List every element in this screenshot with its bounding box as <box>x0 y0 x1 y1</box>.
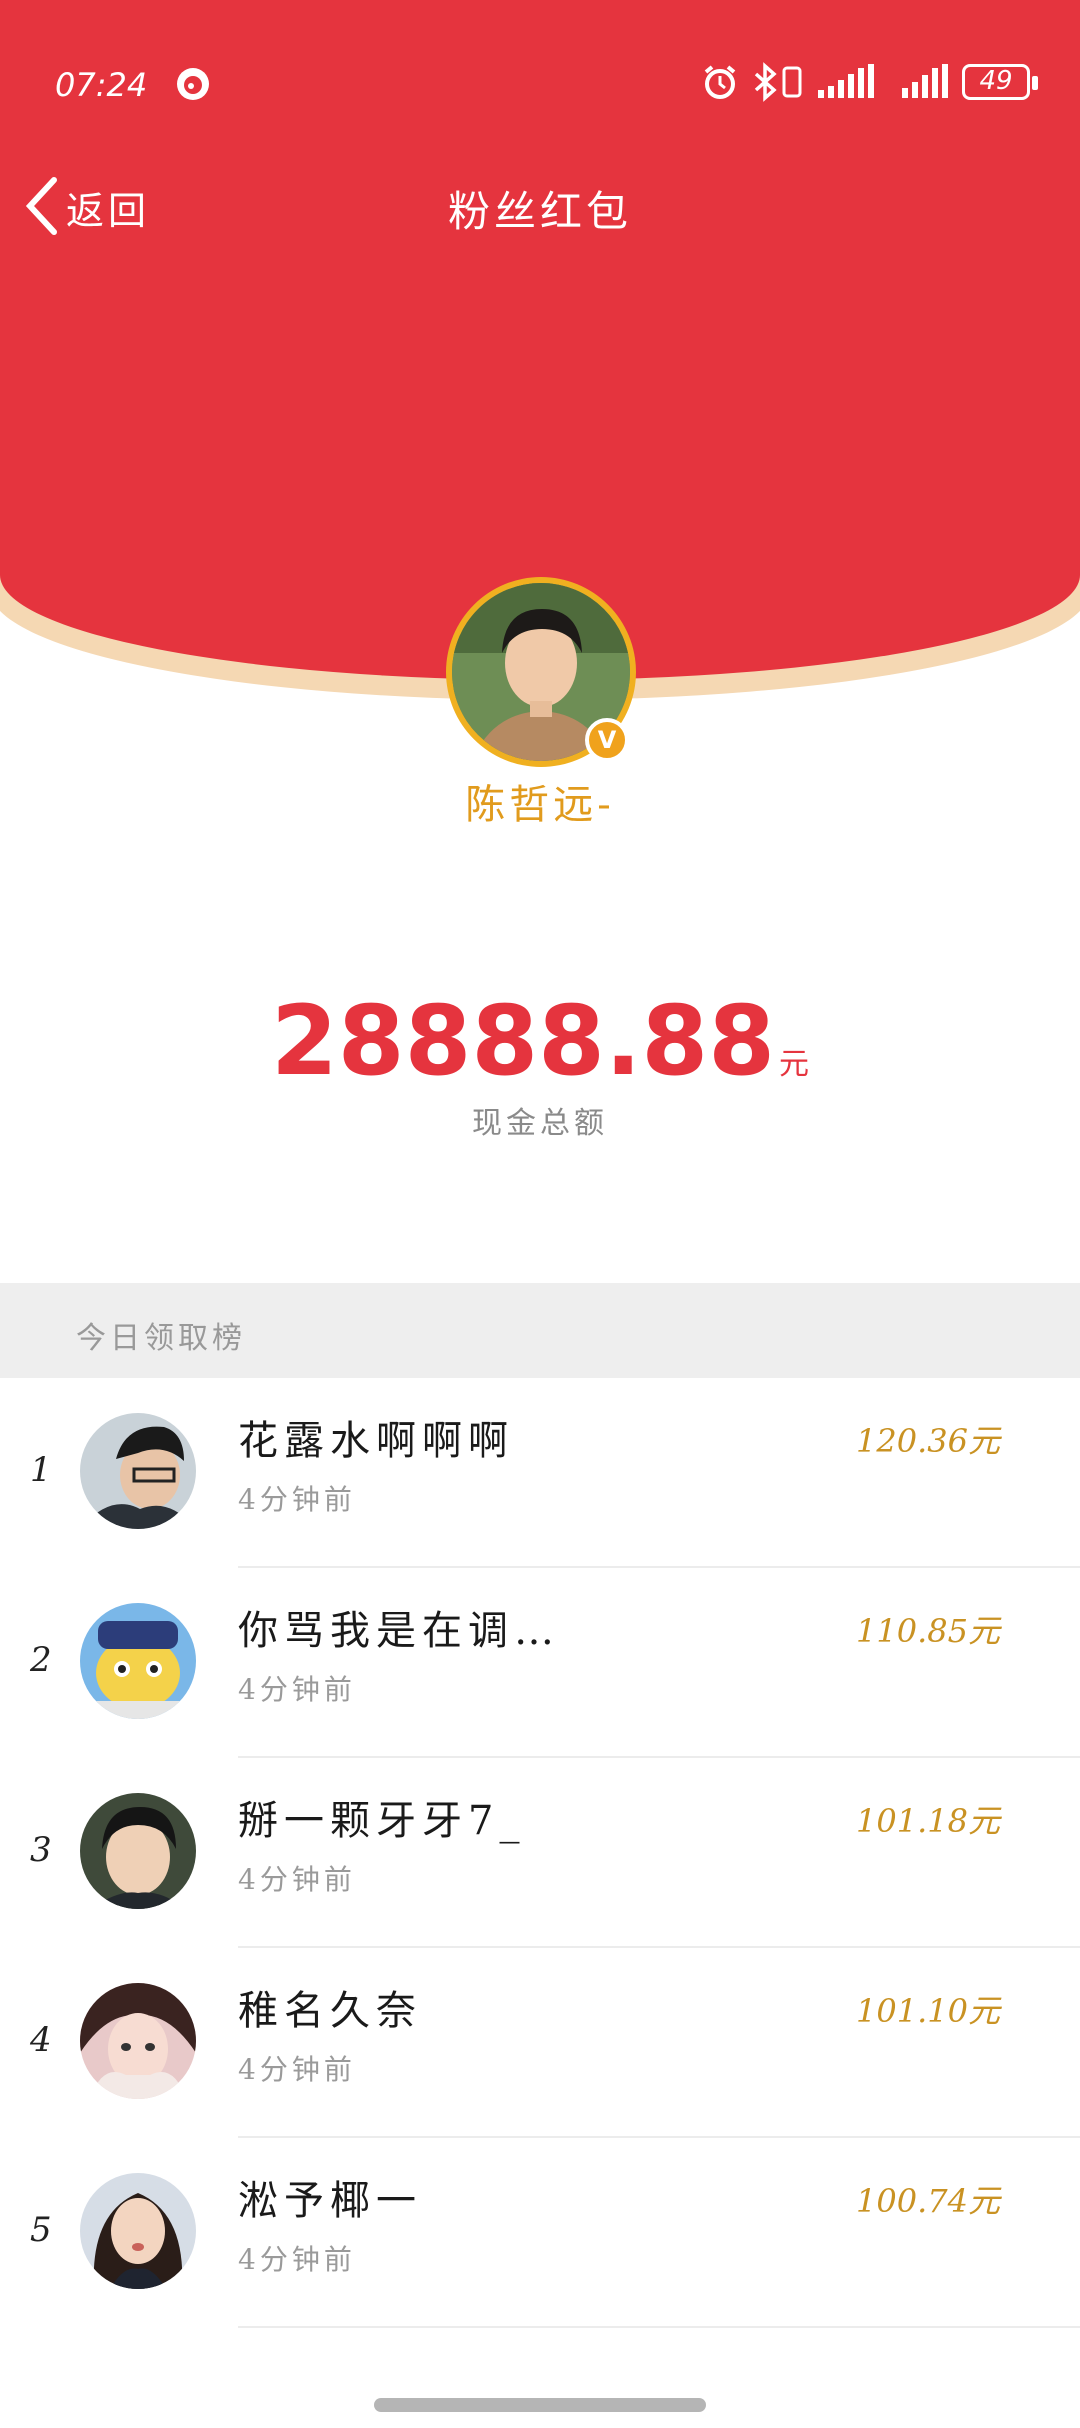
claim-time: 4分钟前 <box>238 1673 356 1706</box>
claim-amount: 100.74元 <box>856 2182 1000 2220</box>
leaderboard-row[interactable]: 5 淞予椰一 4分钟前 100.74元 <box>0 2138 1080 2328</box>
rank-number: 5 <box>30 2210 52 2250</box>
user-name: 稚名久奈 <box>238 1988 422 2034</box>
claim-amount: 101.18元 <box>856 1802 1000 1840</box>
rank-number: 4 <box>30 2020 52 2060</box>
battery-icon: 49 <box>962 62 1040 104</box>
claim-time: 4分钟前 <box>238 2243 356 2276</box>
leaderboard-row[interactable]: 4 稚名久奈 4分钟前 101.10元 <box>0 1948 1080 2138</box>
user-avatar[interactable] <box>80 1603 196 1719</box>
claim-amount: 120.36元 <box>856 1422 1000 1460</box>
leaderboard-row[interactable]: 1 花露水啊啊啊 4分钟前 120.36元 <box>0 1378 1080 1568</box>
battery-level: 49 <box>979 66 1013 96</box>
rank-number: 1 <box>30 1450 52 1490</box>
total-amount-value: 28888.88 <box>270 985 776 1097</box>
leaderboard-row[interactable]: 3 掰一颗牙牙7_ 4分钟前 101.18元 <box>0 1758 1080 1948</box>
user-avatar[interactable] <box>80 2173 196 2289</box>
rank-number: 2 <box>30 1640 52 1680</box>
total-amount-unit: 元 <box>779 1047 810 1082</box>
user-name: 你骂我是在调… <box>238 1608 560 1654</box>
user-name: 花露水啊啊啊 <box>238 1418 514 1464</box>
weibo-icon <box>175 66 211 102</box>
claim-amount: 110.85元 <box>856 1612 1000 1650</box>
total-amount-label: 现金总额 <box>472 1106 608 1141</box>
total-amount: 28888.88 元 <box>0 985 1080 1097</box>
rank-number: 3 <box>30 1830 52 1870</box>
leaderboard-row[interactable]: 2 你骂我是在调… 4分钟前 110.85元 <box>0 1568 1080 1758</box>
user-name: 掰一颗牙牙7_ <box>238 1798 526 1844</box>
claim-time: 4分钟前 <box>238 1483 356 1516</box>
user-avatar[interactable] <box>80 1413 196 1529</box>
verified-icon: V <box>585 718 629 762</box>
user-name: 淞予椰一 <box>238 2178 422 2224</box>
claim-time: 4分钟前 <box>238 1863 356 1896</box>
signal-icon-2 <box>900 62 950 102</box>
bluetooth-icon <box>752 62 780 102</box>
row-divider <box>238 2326 1080 2328</box>
leaderboard-title: 今日领取榜 <box>76 1321 246 1356</box>
page-title: 粉丝红包 <box>447 187 632 236</box>
home-indicator[interactable] <box>374 2398 706 2412</box>
status-time: 07:24 <box>55 66 148 104</box>
user-avatar[interactable] <box>80 1793 196 1909</box>
claim-time: 4分钟前 <box>238 2053 356 2086</box>
vibrate-icon <box>780 62 804 102</box>
signal-icon <box>816 62 882 102</box>
claim-amount: 101.10元 <box>856 1992 1000 2030</box>
host-name[interactable]: 陈哲远- <box>0 772 1080 830</box>
alarm-icon <box>700 62 740 102</box>
user-avatar[interactable] <box>80 1983 196 2099</box>
